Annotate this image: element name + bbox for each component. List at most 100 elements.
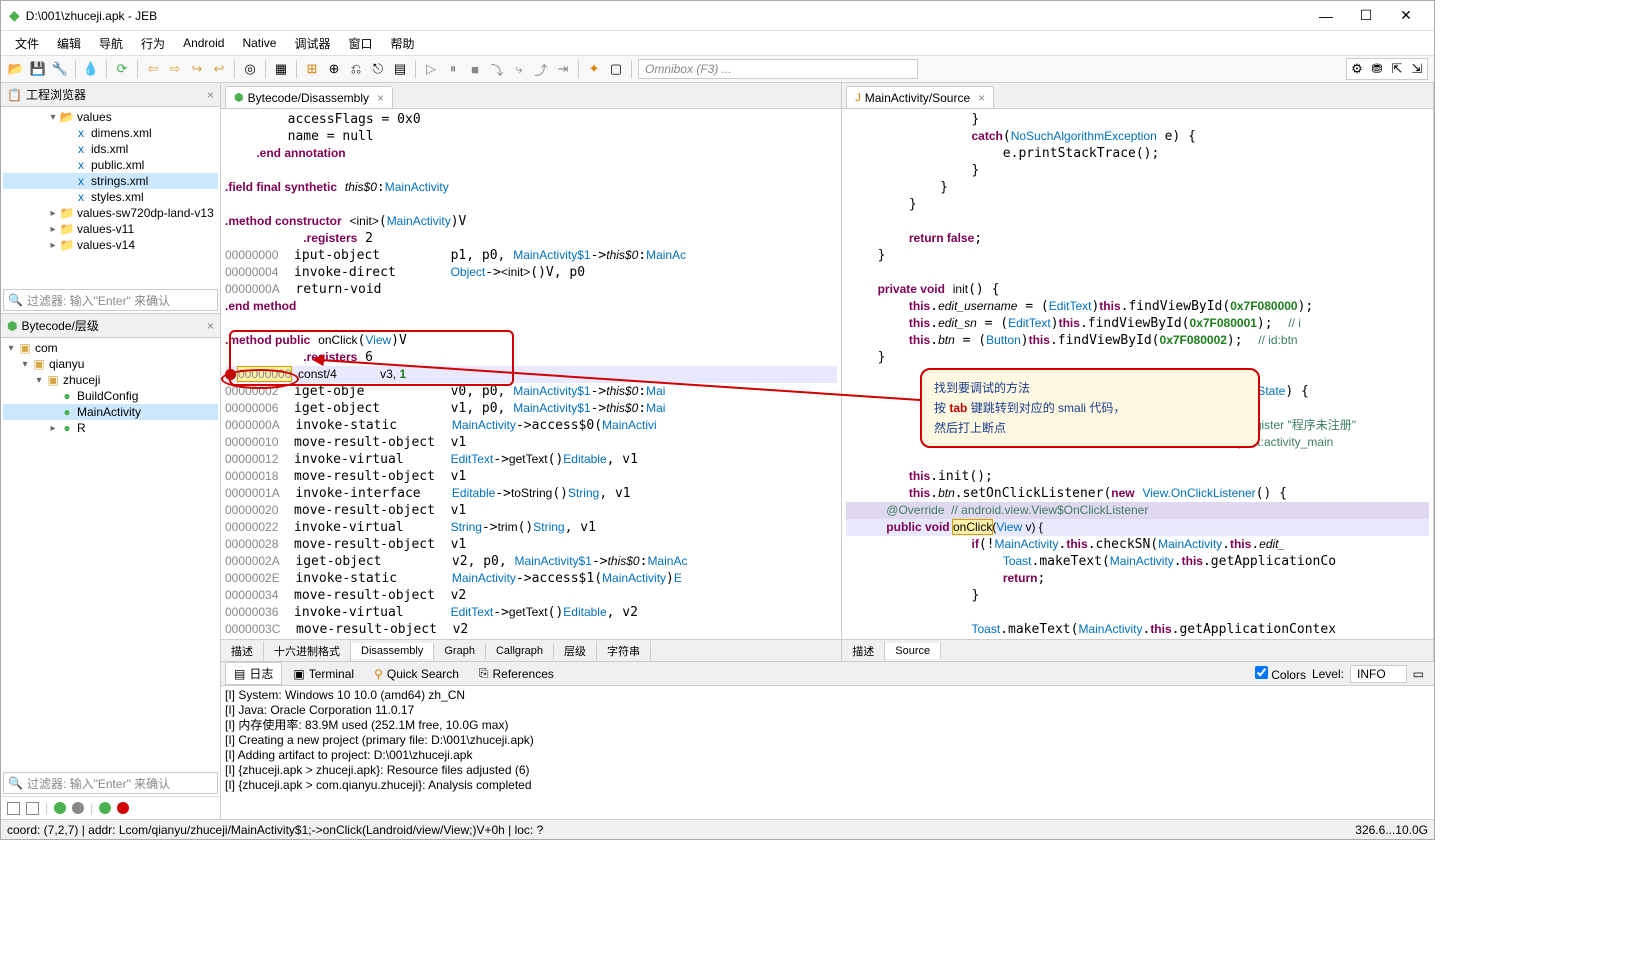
- subtab[interactable]: 描述: [842, 641, 885, 661]
- tree-item[interactable]: ▸●R: [3, 420, 218, 436]
- table-icon[interactable]: ▦: [272, 60, 290, 78]
- tree-item[interactable]: ●MainActivity: [3, 404, 218, 420]
- menu-window[interactable]: 窗口: [340, 33, 380, 54]
- maximize-button[interactable]: ☐: [1346, 4, 1386, 28]
- tree-item[interactable]: ▾📂values: [3, 109, 218, 125]
- save-icon[interactable]: 💾: [29, 60, 47, 78]
- box-icon[interactable]: ▢: [607, 60, 625, 78]
- pause-icon[interactable]: ⏸: [444, 60, 462, 78]
- run-icon[interactable]: ▷: [422, 60, 440, 78]
- log-tab-log[interactable]: ▤日志: [225, 662, 282, 685]
- close-panel-icon[interactable]: ×: [207, 319, 214, 333]
- subtab[interactable]: Callgraph: [486, 643, 554, 659]
- tab-disassembly[interactable]: ⬢ Bytecode/Disassembly ×: [225, 86, 393, 108]
- android-icon: ⬢: [234, 91, 244, 104]
- red-dot-icon[interactable]: [117, 802, 129, 814]
- tree-item[interactable]: ▸📁values-v14: [3, 237, 218, 253]
- project-filter-input[interactable]: 🔍 过滤器: 输入"Enter" 来确认: [3, 289, 218, 311]
- bytecode-tree[interactable]: ▾▣com▾▣qianyu▾▣zhuceji●BuildConfig●MainA…: [1, 338, 220, 770]
- omnibox[interactable]: Omnibox (F3) ...: [638, 59, 918, 79]
- callgraph-icon[interactable]: ⎋: [369, 60, 387, 78]
- tree-item[interactable]: ●BuildConfig: [3, 388, 218, 404]
- step-over-icon[interactable]: ⤵: [488, 60, 506, 78]
- tree-item[interactable]: ▾▣com: [3, 340, 218, 356]
- log-tab-quicksearch[interactable]: ⚲Quick Search: [365, 664, 468, 684]
- tree-item[interactable]: ▾▣qianyu: [3, 356, 218, 372]
- menu-file[interactable]: 文件: [7, 33, 47, 54]
- tree-item[interactable]: xdimens.xml: [3, 125, 218, 141]
- close-panel-icon[interactable]: ×: [207, 88, 214, 102]
- green-dot-icon[interactable]: [54, 802, 66, 814]
- wand-icon[interactable]: ✦: [585, 60, 603, 78]
- log-tab-references[interactable]: ⎘ References: [470, 663, 563, 684]
- disassembly-code[interactable]: accessFlags = 0x0 name = null .end annot…: [221, 109, 841, 639]
- close-tab-icon[interactable]: ×: [377, 91, 384, 105]
- refresh-icon[interactable]: ⟳: [113, 60, 131, 78]
- forward-icon[interactable]: ⇨: [166, 60, 184, 78]
- tab-label: References: [493, 667, 554, 681]
- droplet-icon[interactable]: 💧: [82, 60, 100, 78]
- step-out-icon[interactable]: ⤴: [532, 60, 550, 78]
- close-button[interactable]: ✕: [1386, 4, 1426, 28]
- minimize-button[interactable]: —: [1306, 4, 1346, 28]
- tree-item[interactable]: ▸📁values-sw720dp-land-v13: [3, 205, 218, 221]
- graph-icon[interactable]: ⎌: [347, 60, 365, 78]
- menu-help[interactable]: 帮助: [382, 33, 422, 54]
- green-dot-icon[interactable]: [99, 802, 111, 814]
- references-icon: ⎘: [479, 666, 489, 681]
- wrench-icon[interactable]: 🔧: [51, 60, 69, 78]
- tree-item[interactable]: ▾▣zhuceji: [3, 372, 218, 388]
- separator: [265, 60, 266, 78]
- open-icon[interactable]: 📂: [7, 60, 25, 78]
- menu-action[interactable]: 行为: [133, 33, 173, 54]
- export-icon[interactable]: ⇱: [1388, 60, 1406, 78]
- menu-edit[interactable]: 编辑: [49, 33, 89, 54]
- tree-item[interactable]: xpublic.xml: [3, 157, 218, 173]
- disasm-subtabs[interactable]: 描述十六进制格式DisassemblyGraphCallgraph层级字符串: [221, 639, 841, 661]
- menu-android[interactable]: Android: [175, 34, 232, 52]
- subtab[interactable]: 层级: [554, 641, 597, 661]
- project-tree[interactable]: ▾📂valuesxdimens.xmlxids.xmlxpublic.xmlxs…: [1, 107, 220, 287]
- step-icon[interactable]: ⇥: [554, 60, 572, 78]
- tab-source[interactable]: J MainActivity/Source ×: [846, 86, 994, 108]
- close-tab-icon[interactable]: ×: [978, 91, 985, 105]
- database-icon[interactable]: ⛃: [1368, 60, 1386, 78]
- tree-item[interactable]: xstrings.xml: [3, 173, 218, 189]
- undo-icon[interactable]: ↩: [210, 60, 228, 78]
- stop-icon[interactable]: ■: [466, 60, 484, 78]
- grid-icon[interactable]: ⊞: [303, 60, 321, 78]
- tree-item[interactable]: xstyles.xml: [3, 189, 218, 205]
- import-icon[interactable]: ⇲: [1408, 60, 1426, 78]
- gray-dot-icon[interactable]: [72, 802, 84, 814]
- expand-icon[interactable]: ▭: [1413, 667, 1424, 681]
- redo-icon[interactable]: ↪: [188, 60, 206, 78]
- checkbox-1[interactable]: [7, 802, 20, 815]
- status-right: 326.6...10.0G: [1355, 823, 1428, 837]
- menu-native[interactable]: Native: [234, 34, 284, 52]
- menu-debugger[interactable]: 调试器: [286, 33, 338, 54]
- script-icon[interactable]: ⚙: [1348, 60, 1366, 78]
- log-tab-terminal[interactable]: ▣Terminal: [284, 664, 363, 684]
- colors-checkbox[interactable]: Colors: [1255, 666, 1306, 682]
- checkbox-2[interactable]: [26, 802, 39, 815]
- back-icon[interactable]: ⇦: [144, 60, 162, 78]
- level-select[interactable]: INFO: [1350, 665, 1407, 683]
- menu-nav[interactable]: 导航: [91, 33, 131, 54]
- subtab[interactable]: 字符串: [597, 641, 651, 661]
- step-into-icon[interactable]: ⤷: [510, 60, 528, 78]
- source-subtabs[interactable]: 描述Source: [842, 639, 1433, 661]
- tab-label: MainActivity/Source: [865, 91, 970, 105]
- tree-icon[interactable]: ⊕: [325, 60, 343, 78]
- subtab[interactable]: 十六进制格式: [264, 641, 351, 661]
- tree-item[interactable]: ▸📁values-v11: [3, 221, 218, 237]
- code-icon[interactable]: ▤: [391, 60, 409, 78]
- subtab[interactable]: Disassembly: [351, 643, 434, 659]
- tree-item[interactable]: xids.xml: [3, 141, 218, 157]
- subtab[interactable]: Source: [885, 643, 941, 659]
- annotation-callout: 找到要调试的方法 按 tab 键跳转到对应的 smali 代码， 然后打上断点: [920, 368, 1260, 448]
- target-icon[interactable]: ◎: [241, 60, 259, 78]
- subtab[interactable]: Graph: [434, 643, 486, 659]
- log-content[interactable]: [I] System: Windows 10 10.0 (amd64) zh_C…: [221, 686, 1434, 819]
- subtab[interactable]: 描述: [221, 641, 264, 661]
- bytecode-filter-input[interactable]: 🔍 过滤器: 输入"Enter" 来确认: [3, 772, 218, 794]
